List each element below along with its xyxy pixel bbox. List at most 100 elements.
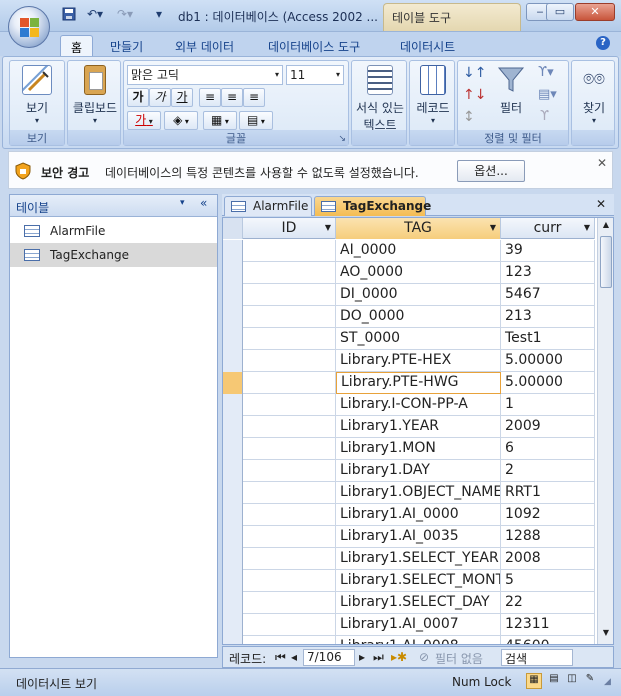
nav-pane-dropdown-icon[interactable]: ▾ — [180, 198, 185, 208]
sort-ascending-icon[interactable]: ↓↑ — [463, 65, 486, 81]
tab-create[interactable]: 만들기 — [100, 35, 153, 56]
cell-tag[interactable]: DO_0000 — [336, 306, 501, 328]
row-selector[interactable] — [223, 240, 243, 262]
bold-button[interactable]: 가 — [127, 88, 149, 107]
cell-curr[interactable]: 2 — [501, 460, 595, 482]
alternate-fill-icon[interactable]: ▤ ▾ — [239, 111, 273, 130]
close-button[interactable]: ✕ — [575, 3, 615, 21]
search-input[interactable]: 검색 — [501, 649, 573, 666]
cell-id[interactable] — [243, 548, 336, 570]
table-row[interactable]: Library1.AI_0007 12311 — [223, 614, 595, 636]
sort-descending-icon[interactable]: ↑↓ — [463, 87, 486, 103]
customize-qat-icon[interactable]: ▾ — [152, 7, 166, 25]
selection-filter-icon[interactable]: ϒ▾ — [538, 65, 554, 80]
table-row[interactable]: ST_0000 Test1 — [223, 328, 595, 350]
align-center-icon[interactable]: ≡ — [221, 88, 243, 107]
cell-tag[interactable]: AI_0000 — [336, 240, 501, 262]
cell-id[interactable] — [243, 284, 336, 306]
cell-curr[interactable]: Test1 — [501, 328, 595, 350]
nav-pane-collapse-icon[interactable]: « — [200, 196, 207, 210]
row-selector[interactable] — [223, 394, 243, 416]
cell-curr[interactable]: 22 — [501, 592, 595, 614]
datasheet-view-icon[interactable]: ▦ — [526, 673, 542, 689]
cell-tag[interactable]: Library1.AI_0007 — [336, 614, 501, 636]
cell-id[interactable] — [243, 306, 336, 328]
last-record-icon[interactable]: ⏭ — [373, 650, 384, 665]
cell-id[interactable] — [243, 614, 336, 636]
gridlines-icon[interactable]: ▦ ▾ — [203, 111, 237, 130]
clear-sort-icon[interactable]: ↕ — [463, 109, 475, 125]
row-selector[interactable] — [223, 636, 243, 644]
cell-id[interactable] — [243, 394, 336, 416]
redo-icon[interactable]: ↷▾ — [112, 7, 138, 25]
row-selector[interactable] — [223, 262, 243, 284]
cell-id[interactable] — [243, 636, 336, 644]
view-button[interactable]: 보기 ▾ — [12, 65, 62, 125]
row-selector[interactable] — [223, 592, 243, 614]
table-row[interactable]: DI_0000 5467 — [223, 284, 595, 306]
cell-curr[interactable]: 5.00000 — [501, 372, 595, 394]
cell-tag[interactable]: Library1.SELECT_YEAR — [336, 548, 501, 570]
cell-tag[interactable]: Library1.DAY — [336, 460, 501, 482]
cell-curr[interactable]: 45600 — [501, 636, 595, 644]
column-header-id[interactable]: ID ▼ — [243, 218, 336, 239]
cell-curr[interactable]: 5 — [501, 570, 595, 592]
advanced-filter-icon[interactable]: ▤▾ — [538, 87, 557, 102]
column-dropdown-icon[interactable]: ▼ — [325, 218, 331, 238]
cell-id[interactable] — [243, 526, 336, 548]
align-left-icon[interactable]: ≡ — [199, 88, 221, 107]
cell-id[interactable] — [243, 438, 336, 460]
cell-id[interactable] — [243, 240, 336, 262]
tab-datasheet[interactable]: 데이터시트 — [390, 35, 465, 56]
no-filter-icon[interactable]: ⊘ — [419, 650, 429, 664]
font-name-combo[interactable]: 맑은 고딕 ▾ — [127, 65, 283, 85]
nav-item-tagexchange[interactable]: TagExchange — [10, 243, 217, 267]
office-button[interactable] — [8, 6, 50, 48]
table-row[interactable]: Library1.SELECT_DAY 22 — [223, 592, 595, 614]
cell-curr[interactable]: 6 — [501, 438, 595, 460]
font-dialog-launcher-icon[interactable]: ↘ — [338, 134, 346, 144]
next-record-icon[interactable]: ▸ — [359, 650, 365, 664]
cell-tag[interactable]: Library1.SELECT_MONTH — [336, 570, 501, 592]
table-row[interactable]: Library1.SELECT_MONTH 5 — [223, 570, 595, 592]
fill-color-icon[interactable]: ◈ ▾ — [164, 111, 198, 130]
row-selector[interactable] — [223, 438, 243, 460]
close-document-icon[interactable]: ✕ — [596, 197, 606, 211]
row-selector[interactable] — [223, 372, 243, 394]
cell-id[interactable] — [243, 416, 336, 438]
table-row[interactable]: Library1.SELECT_YEAR 2008 — [223, 548, 595, 570]
row-selector[interactable] — [223, 350, 243, 372]
row-selector[interactable] — [223, 482, 243, 504]
italic-button[interactable]: 가 — [149, 88, 171, 107]
cell-id[interactable] — [243, 262, 336, 284]
cell-tag[interactable]: Library1.AI_0008 — [336, 636, 501, 644]
cell-curr[interactable]: 39 — [501, 240, 595, 262]
pivot-table-view-icon[interactable]: ▤ — [546, 673, 562, 689]
underline-button[interactable]: 가 — [171, 88, 193, 107]
help-icon[interactable]: ? — [596, 36, 610, 50]
tab-home[interactable]: 홈 — [60, 35, 94, 56]
cell-tag[interactable]: Library1.AI_0000 — [336, 504, 501, 526]
nav-item-alarmfile[interactable]: AlarmFile — [10, 219, 217, 243]
design-view-icon[interactable]: ✎ — [582, 673, 598, 689]
column-header-curr[interactable]: curr ▼ — [501, 218, 595, 239]
cell-tag[interactable]: DI_0000 — [336, 284, 501, 306]
table-row[interactable]: DO_0000 213 — [223, 306, 595, 328]
toggle-filter-icon[interactable]: ϒ — [540, 109, 549, 124]
clipboard-button[interactable]: 클립보드 ▾ — [70, 65, 120, 125]
pivot-chart-view-icon[interactable]: ◫ — [564, 673, 580, 689]
cell-curr[interactable]: 1 — [501, 394, 595, 416]
cell-id[interactable] — [243, 570, 336, 592]
new-record-icon[interactable]: ▸✱ — [391, 650, 407, 664]
save-icon[interactable] — [60, 7, 78, 25]
row-selector[interactable] — [223, 306, 243, 328]
row-selector[interactable] — [223, 284, 243, 306]
table-row[interactable]: AO_0000 123 — [223, 262, 595, 284]
cell-tag[interactable]: Library.I-CON-PP-A — [336, 394, 501, 416]
cell-tag[interactable]: Library1.AI_0035 — [336, 526, 501, 548]
cell-id[interactable] — [243, 372, 336, 394]
cell-curr[interactable]: 5.00000 — [501, 350, 595, 372]
cell-tag[interactable]: ST_0000 — [336, 328, 501, 350]
scroll-up-icon[interactable]: ▲ — [599, 220, 613, 234]
table-row[interactable]: Library1.AI_000845600 — [223, 636, 595, 644]
